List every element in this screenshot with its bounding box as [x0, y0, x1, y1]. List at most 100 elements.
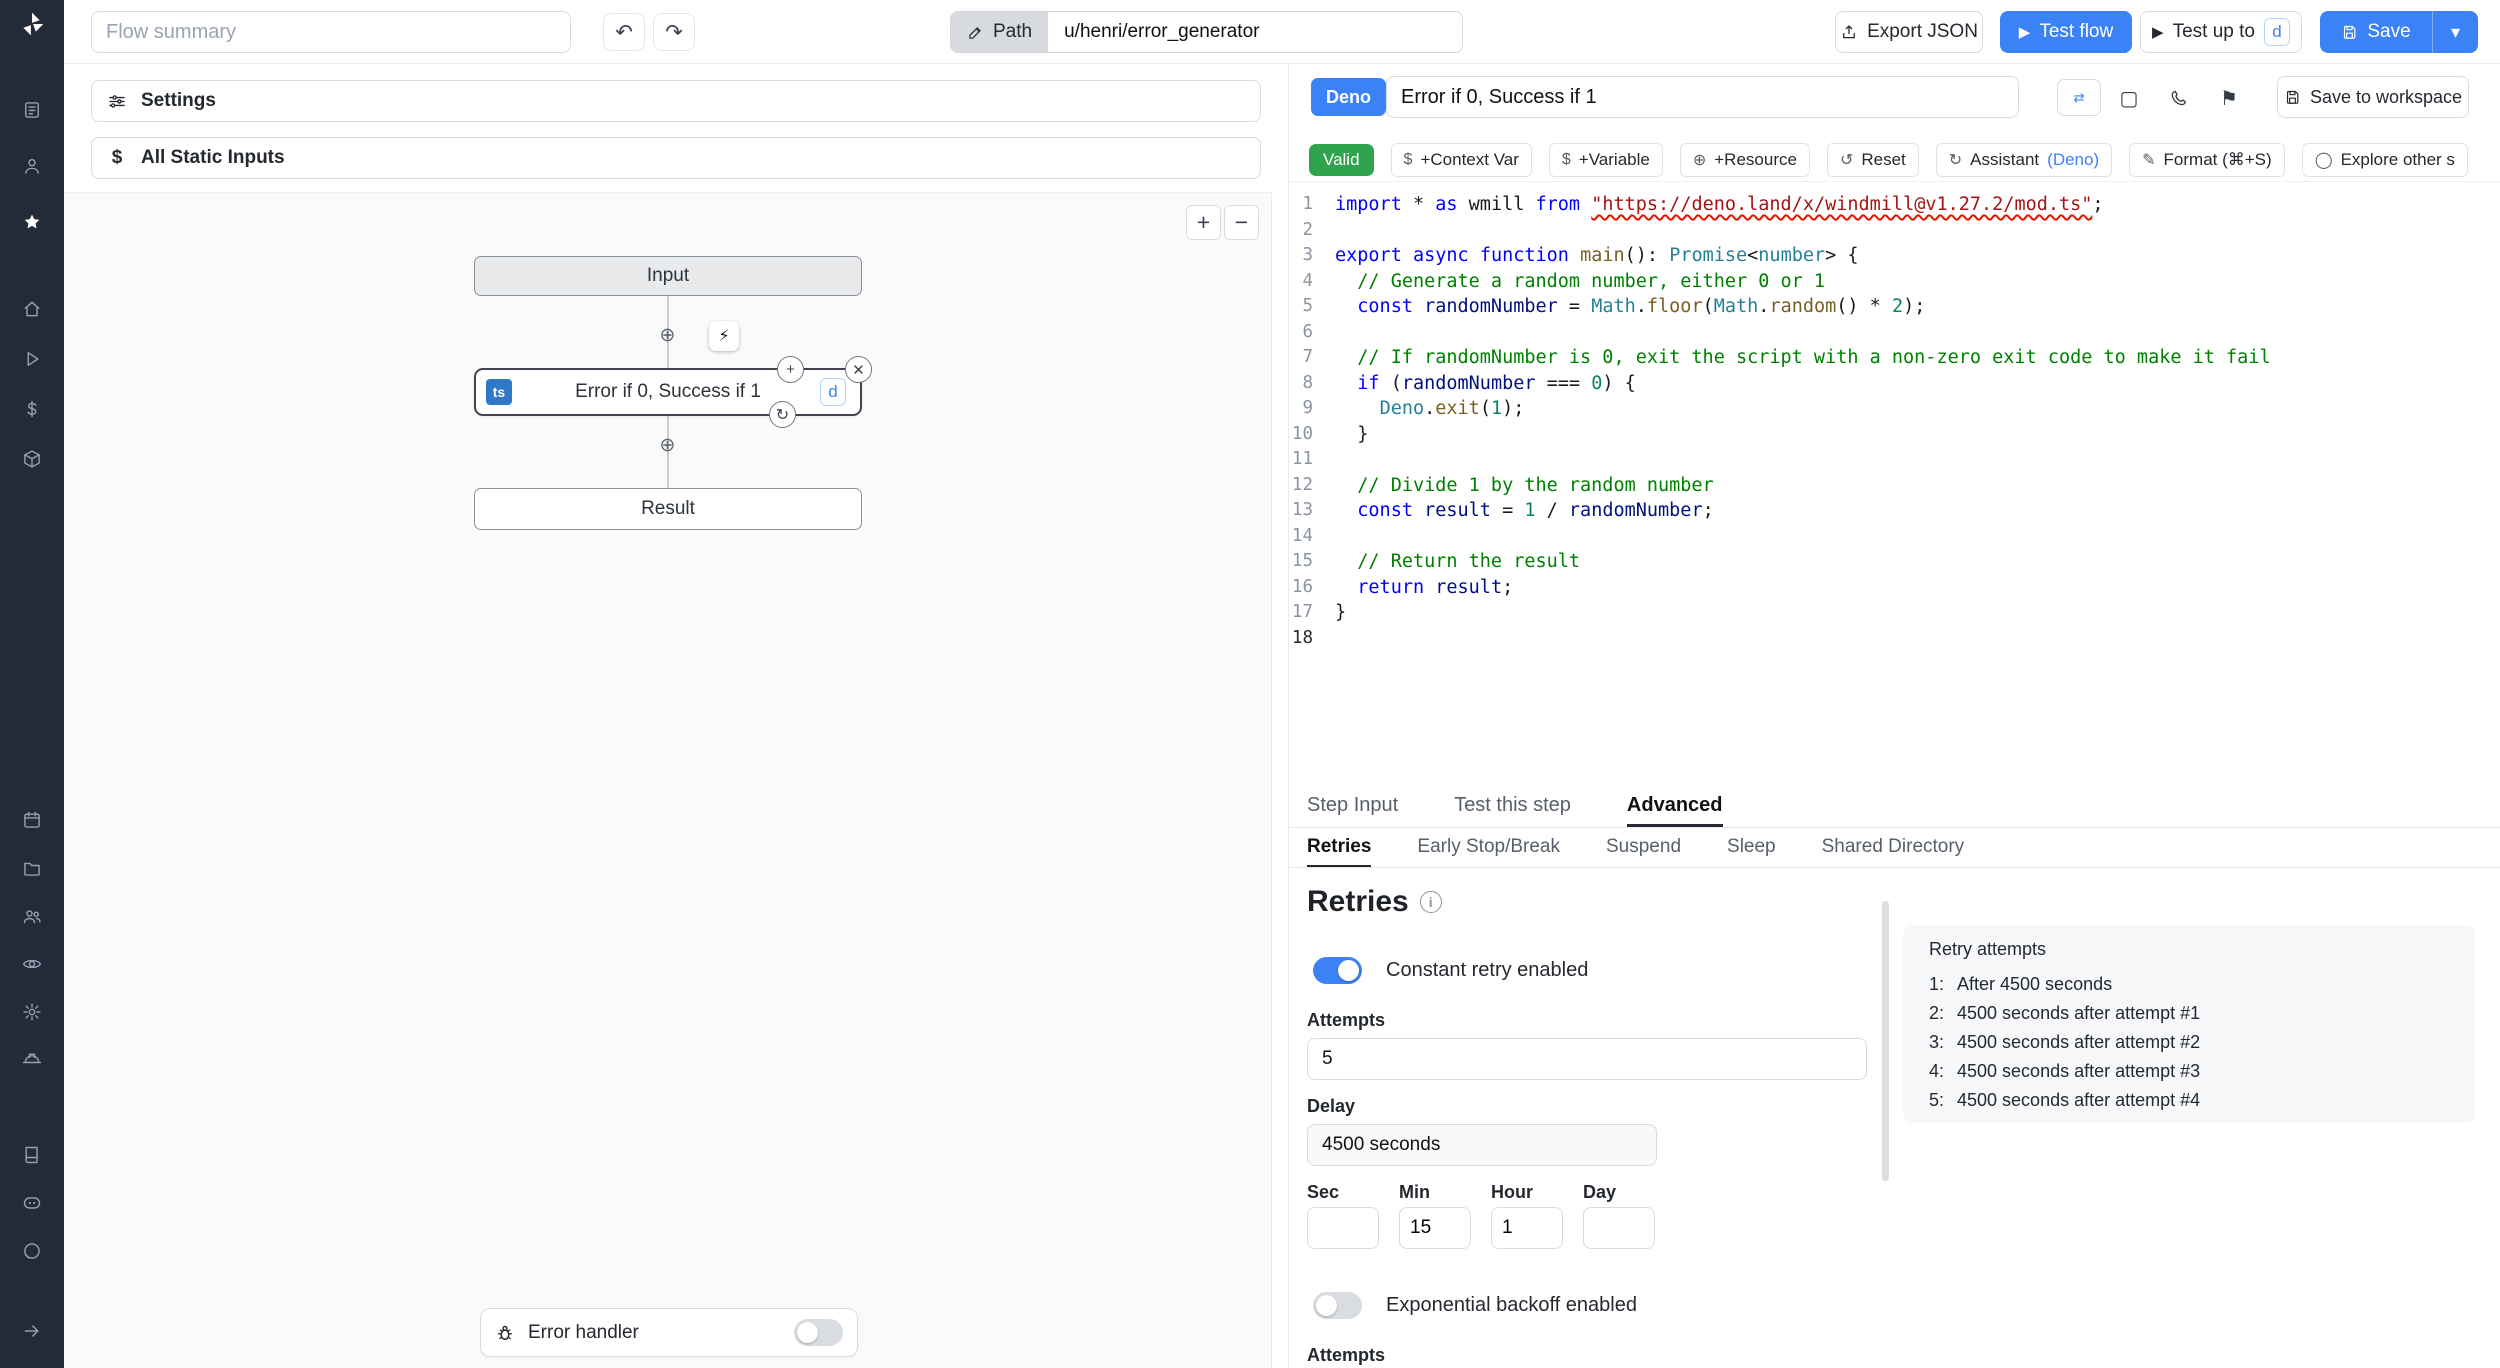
day-input[interactable] [1583, 1207, 1655, 1249]
min-input[interactable] [1399, 1207, 1471, 1249]
retry-attempt-item: 5: 4500 seconds after attempt #4 [1929, 1090, 2201, 1110]
all-static-inputs-bar[interactable]: $ All Static Inputs [91, 137, 1261, 179]
node-delete-button[interactable]: ✕ [845, 356, 872, 383]
save-dropdown-button[interactable]: ▾ [2432, 11, 2478, 53]
code-line[interactable]: 4 // Generate a random number, either 0 … [1289, 269, 2500, 295]
sec-input[interactable] [1307, 1207, 1379, 1249]
sidebar-item-runs-play[interactable] [0, 339, 64, 379]
code-line[interactable]: 12 // Divide 1 by the random number [1289, 473, 2500, 499]
exponential-backoff-toggle[interactable] [1313, 1291, 1362, 1319]
sidebar-item-docs[interactable] [0, 1135, 64, 1175]
tab-suspend[interactable]: Suspend [1606, 828, 1681, 867]
path-value[interactable]: u/henri/error_generator [1048, 12, 1463, 52]
code-line[interactable]: 16 return result; [1289, 575, 2500, 601]
code-line[interactable]: 3 export async function main(): Promise<n… [1289, 243, 2500, 269]
code-line[interactable]: 9 Deno.exit(1); [1289, 396, 2500, 422]
sidebar-item-folders[interactable] [0, 848, 64, 888]
trigger-button[interactable]: ⚡ [709, 321, 739, 351]
sidebar-item-settings[interactable] [0, 992, 64, 1032]
book-icon [25, 1146, 38, 1164]
undo-button[interactable]: ↶ [603, 13, 645, 51]
path-control[interactable]: Path u/henri/error_generator [950, 11, 1464, 53]
code-line[interactable]: 6 [1289, 320, 2500, 346]
code-line[interactable]: 7 // If randomNumber is 0, exit the scri… [1289, 345, 2500, 371]
sidebar-item-discord[interactable] [0, 1183, 64, 1223]
language-badge[interactable]: Deno [1311, 78, 1386, 116]
sidebar-item-audit[interactable] [0, 944, 64, 984]
code-line[interactable]: 18 [1289, 626, 2500, 652]
constant-retry-toggle[interactable] [1313, 956, 1362, 984]
step-node[interactable]: ts Error if 0, Success if 1 d + ✕ ↻ [474, 356, 872, 428]
sidebar-item-schedules[interactable] [0, 800, 64, 840]
error-handler-bar[interactable]: Error handler [480, 1308, 858, 1357]
delay-input[interactable] [1307, 1124, 1657, 1166]
zoom-in-button[interactable]: + [1186, 205, 1221, 240]
tab-advanced[interactable]: Advanced [1626, 786, 1723, 827]
result-node[interactable]: Result [474, 488, 862, 530]
tab-retries[interactable]: Retries [1307, 828, 1372, 867]
variable-button[interactable]: $ +Variable [1548, 142, 1663, 177]
zoom-out-button[interactable]: − [1224, 205, 1259, 240]
explore-button[interactable]: ◯ Explore other s [2301, 142, 2468, 177]
code-line[interactable]: 5 const randomNumber = Math.floor(Math.r… [1289, 294, 2500, 320]
code-line[interactable]: 10 } [1289, 422, 2500, 448]
code-line[interactable]: 14 [1289, 524, 2500, 550]
fullscreen-button[interactable]: ▢ [2113, 82, 2145, 114]
sidebar-item-workers[interactable] [0, 1040, 64, 1080]
error-handler-toggle[interactable] [794, 1319, 843, 1346]
flow-summary-input[interactable] [91, 11, 571, 53]
context-var-button[interactable]: $ +Context Var [1390, 142, 1532, 177]
swap-view-button[interactable]: ⇄ [2057, 79, 2101, 116]
code-line[interactable]: 8 if (randomNumber === 0) { [1289, 371, 2500, 397]
code-line[interactable]: 11 [1289, 447, 2500, 473]
code-line[interactable]: 17} [1289, 600, 2500, 626]
sidebar-item-groups[interactable] [0, 896, 64, 936]
call-button[interactable] [2163, 82, 2195, 114]
code-line[interactable]: 15 // Return the result [1289, 549, 2500, 575]
test-flow-button[interactable]: ▶ Test flow [2000, 11, 2132, 53]
sidebar-expand-button[interactable] [0, 1311, 64, 1351]
info-icon[interactable]: i [1419, 891, 1442, 913]
scrollbar-thumb[interactable] [1882, 901, 1889, 1181]
sidebar-item-user[interactable] [0, 144, 64, 188]
hour-input[interactable] [1491, 1207, 1563, 1249]
input-node[interactable]: Input [474, 256, 862, 296]
sidebar-item-favorites[interactable] [0, 200, 64, 244]
node-retry-button[interactable]: ↻ [769, 401, 796, 428]
step-name-input[interactable] [1386, 76, 2019, 118]
code-editor[interactable]: 1 import * as wmill from "https://deno.la… [1289, 182, 2500, 786]
save-button[interactable]: Save [2320, 11, 2432, 53]
test-up-to-button[interactable]: ▶ Test up to d [2140, 11, 2302, 53]
sidebar-item-runs[interactable] [0, 88, 64, 132]
sidebar-item-home[interactable] [0, 289, 64, 329]
sidebar-item-variables[interactable] [0, 389, 64, 429]
sidebar-group-links [0, 1135, 64, 1279]
tab-step-input[interactable]: Step Input [1307, 786, 1398, 827]
code-line[interactable]: 2 [1289, 218, 2500, 244]
insert-step-button[interactable]: ⊕ [654, 432, 681, 459]
flow-canvas[interactable]: + − Input ⊕ ⚡ ts Error if 0, Success if … [64, 192, 1272, 1368]
milestone-button[interactable]: ⚑ [2213, 82, 2245, 114]
helmet-icon [22, 1053, 42, 1064]
reset-button[interactable]: ↺ Reset [1826, 142, 1919, 177]
resource-button[interactable]: ⊕ +Resource [1679, 142, 1810, 177]
assistant-button[interactable]: ↻ Assistant (Deno) [1935, 142, 2113, 177]
sidebar-item-github[interactable] [0, 1231, 64, 1271]
code-line[interactable]: 13 const result = 1 / randomNumber; [1289, 498, 2500, 524]
tab-shared-directory[interactable]: Shared Directory [1822, 828, 1965, 867]
redo-button[interactable]: ↷ [653, 13, 695, 51]
tab-early-stop-break[interactable]: Early Stop/Break [1417, 828, 1560, 867]
windmill-logo[interactable] [0, 11, 64, 37]
export-json-button[interactable]: Export JSON [1835, 11, 1983, 53]
sidebar-item-resources[interactable] [0, 439, 64, 479]
save-to-workspace-button[interactable]: Save to workspace [2277, 76, 2469, 118]
attempts-input[interactable] [1307, 1038, 1867, 1080]
tab-sleep[interactable]: Sleep [1727, 828, 1776, 867]
tab-test-this-step[interactable]: Test this step [1454, 786, 1571, 827]
node-add-button[interactable]: + [777, 356, 804, 383]
insert-step-button[interactable]: ⊕ [654, 322, 681, 349]
flow-settings-bar[interactable]: Settings [91, 80, 1261, 122]
time-field-day: Day [1583, 1182, 1655, 1249]
code-line[interactable]: 1 import * as wmill from "https://deno.la… [1289, 192, 2500, 218]
format-button[interactable]: ✎ Format (⌘+S) [2129, 142, 2285, 177]
